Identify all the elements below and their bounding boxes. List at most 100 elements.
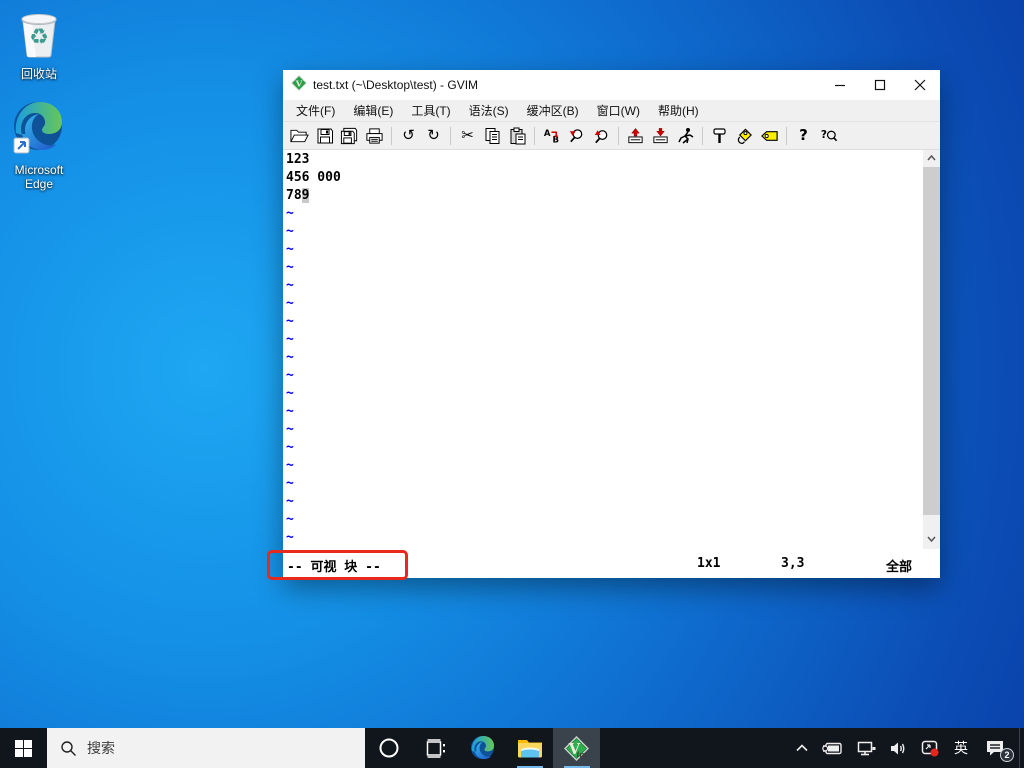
toolbar-separator (786, 126, 787, 145)
menu-help[interactable]: 帮助(H) (649, 100, 708, 121)
cortana-icon (379, 738, 398, 758)
text-area[interactable]: 123 456 000 789 ~ ~ ~ ~ ~ ~ ~ ~ ~ ~ ~ ~ ~ ~ ~ ~ ~ ~ ~ (283, 150, 940, 549)
toolbar-make-button[interactable] (707, 124, 732, 148)
scrollbar-thumb[interactable] (923, 167, 940, 515)
screen-capture-tray-button[interactable] (914, 728, 947, 768)
selection-size: 1x1 (697, 556, 721, 571)
taskbar-gvim-button[interactable]: V im (553, 728, 600, 768)
vim-logo-icon: V (290, 74, 308, 96)
taskbar-search-box[interactable] (47, 728, 365, 768)
tilde-line: ~ (286, 242, 294, 257)
buffer-line: 789 (286, 188, 310, 203)
desktop: ♻ 回收站 Microsoft Edge V test.txt (~\Deskt… (0, 0, 1024, 768)
mode-indicator: -- 可视 块 -- (287, 560, 381, 575)
toolbar-tag-jump-button[interactable] (757, 124, 782, 148)
build-tags-icon (737, 128, 752, 144)
cortana-button[interactable] (365, 728, 412, 768)
menu-tools[interactable]: 工具(T) (402, 100, 459, 121)
toolbar-find-prev-button[interactable] (589, 124, 614, 148)
maximize-button[interactable] (860, 70, 900, 100)
tag-jump-icon (761, 130, 778, 141)
toolbar-save-all-button[interactable] (337, 124, 362, 148)
print-icon (366, 127, 383, 144)
toolbar-separator (534, 126, 535, 145)
vim-logo-icon: V im (564, 735, 589, 761)
toolbar-session-load-button[interactable] (623, 124, 648, 148)
tilde-line: ~ (286, 332, 294, 347)
notification-badge: 2 (1000, 748, 1014, 762)
find-help-icon: ? (821, 128, 838, 141)
tilde-line: ~ (286, 440, 294, 455)
vertical-scrollbar[interactable] (923, 150, 940, 549)
tilde-line: ~ (286, 476, 294, 491)
scroll-down-arrow-icon[interactable] (923, 531, 940, 547)
tilde-line: ~ (286, 458, 294, 473)
show-hidden-icons-button[interactable] (789, 728, 815, 768)
toolbar-run-script-button[interactable] (673, 124, 698, 148)
tilde-line: ~ (286, 224, 294, 239)
network-tray-button[interactable] (850, 728, 883, 768)
tilde-line: ~ (286, 260, 294, 275)
find-prev-icon (594, 129, 608, 143)
toolbar-redo-button[interactable]: ↻ (421, 124, 446, 148)
toolbar-help-button[interactable]: ? (791, 124, 816, 148)
search-input[interactable] (87, 740, 327, 756)
toolbar-paste-button[interactable] (505, 124, 530, 148)
svg-text:A: A (544, 129, 551, 139)
system-tray: 英 2 (789, 728, 1024, 768)
desktop-icon-label: 回收站 (20, 67, 57, 81)
toolbar-undo-button[interactable]: ↺ (396, 124, 421, 148)
redo-icon: ↻ (427, 126, 440, 144)
svg-text:♻: ♻ (29, 25, 49, 50)
toolbar-build-tags-button[interactable] (732, 124, 757, 148)
tilde-line: ~ (286, 278, 294, 293)
toolbar-save-button[interactable] (312, 124, 337, 148)
visual-block-cursor: 9 (301, 188, 310, 203)
taskbar-file-explorer-button[interactable] (506, 728, 553, 768)
desktop-icon-microsoft-edge[interactable]: Microsoft Edge (1, 99, 77, 191)
minimize-button[interactable] (820, 70, 860, 100)
tilde-line: ~ (286, 350, 294, 365)
speaker-icon (891, 742, 905, 754)
start-button[interactable] (0, 728, 47, 768)
taskbar: V im (0, 728, 1024, 768)
toolbar-find-help-button[interactable]: ? (816, 124, 841, 148)
toolbar-print-button[interactable] (362, 124, 387, 148)
toolbar-session-save-button[interactable] (648, 124, 673, 148)
menu-buffers[interactable]: 缓冲区(B) (518, 100, 588, 121)
taskbar-edge-button[interactable] (459, 728, 506, 768)
ime-language-indicator[interactable]: 英 (947, 728, 975, 768)
file-explorer-icon (517, 740, 542, 758)
toolbar-separator (450, 126, 451, 145)
gvim-window: V test.txt (~\Desktop\test) - GVIM 文件(F)… (283, 70, 940, 578)
scroll-up-arrow-icon[interactable] (923, 150, 940, 166)
menu-window[interactable]: 窗口(W) (588, 100, 649, 121)
help-icon: ? (799, 126, 808, 144)
menu-syntax[interactable]: 语法(S) (460, 100, 518, 121)
task-view-button[interactable] (412, 728, 459, 768)
tilde-line: ~ (286, 422, 294, 437)
paste-icon (510, 127, 525, 144)
chevron-up-icon (796, 744, 808, 752)
desktop-icon-recycle-bin[interactable]: ♻ 回收站 (1, 7, 77, 81)
search-icon (61, 740, 76, 756)
ime-label: 英 (954, 740, 968, 756)
window-titlebar[interactable]: V test.txt (~\Desktop\test) - GVIM (283, 70, 940, 100)
action-center-button[interactable]: 2 (975, 728, 1015, 768)
show-desktop-button[interactable] (1019, 728, 1024, 768)
toolbar-find-replace-button[interactable]: AB (539, 124, 564, 148)
toolbar-cut-button[interactable]: ✂ (455, 124, 480, 148)
cursor-position: 3,3 (781, 556, 805, 571)
battery-tray-button[interactable] (815, 728, 850, 768)
find-next-icon (569, 128, 583, 142)
toolbar-open-button[interactable] (287, 124, 312, 148)
toolbar-find-next-button[interactable] (564, 124, 589, 148)
menu-edit[interactable]: 编辑(E) (344, 100, 402, 121)
close-button[interactable] (900, 70, 940, 100)
task-view-icon (426, 738, 445, 758)
volume-tray-button[interactable] (883, 728, 914, 768)
capture-app-icon (921, 740, 939, 756)
menu-file[interactable]: 文件(F) (287, 100, 344, 121)
toolbar-separator (391, 126, 392, 145)
toolbar-copy-button[interactable] (480, 124, 505, 148)
